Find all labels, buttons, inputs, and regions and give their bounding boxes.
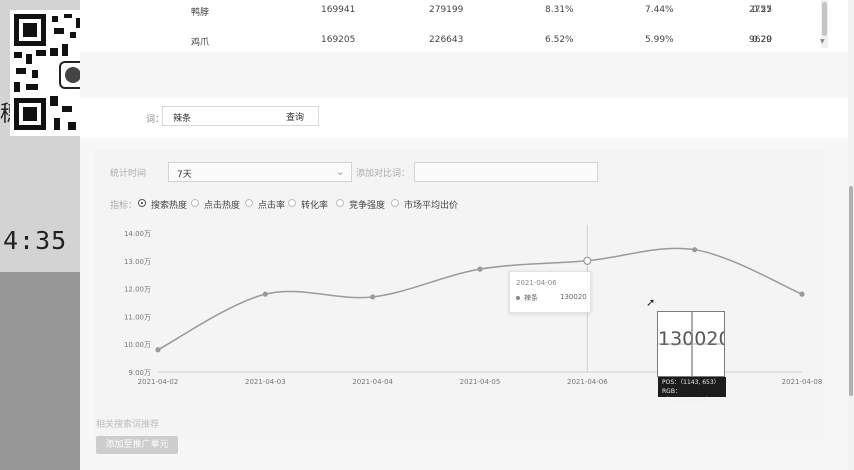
x-tick-label: 2021-04-05 [460, 378, 501, 386]
mouse-cursor-icon: ➚ [646, 296, 656, 309]
crosshair-horizontal [658, 343, 724, 345]
x-tick-label: 2021-04-03 [245, 378, 286, 386]
x-tick-label: 2021-04-06 [567, 378, 608, 386]
x-tick-label: 2021-04-04 [352, 378, 393, 386]
page-scrollbar[interactable] [848, 0, 854, 470]
x-tick-label: 2021-04-02 [138, 378, 179, 386]
cell: 169941 [321, 5, 356, 15]
chart-tooltip: 2021-04-06 辣条 130020 [509, 271, 591, 313]
data-point [583, 256, 592, 265]
add-to-unit-button[interactable]: 添加至推广单元 [96, 436, 178, 454]
data-point [692, 247, 698, 253]
left-dark-panel [0, 272, 80, 470]
cell: 5.99% [645, 35, 674, 45]
desktop-clock: 4:35 [3, 226, 68, 255]
data-point [262, 291, 268, 297]
page-scrollbar-thumb[interactable] [849, 186, 853, 396]
cell: 7.44% [645, 5, 674, 15]
query-button[interactable]: 查询 [286, 110, 304, 123]
screen-magnifier: 130020 [657, 311, 725, 377]
cell: 169205 [321, 35, 356, 45]
keyword-table: 鸭脖 169941 279199 8.31% 7.44% 2757 鸡爪 169… [80, 0, 848, 52]
cell: 279199 [429, 5, 464, 15]
keyword-input-value: 辣条 [173, 114, 192, 124]
cell: 0.25 [752, 5, 773, 15]
cell: 226643 [429, 35, 464, 45]
scroll-down-icon[interactable]: ▼ [820, 38, 825, 45]
table-scrollbar-thumb[interactable] [822, 2, 827, 36]
tooltip-value: 130020 [560, 293, 587, 301]
tooltip-date: 2021-04-06 [516, 279, 557, 287]
y-tick-label: 13.00万 [124, 258, 151, 266]
pixel-info-box: POS：（1143, 653） RGB：（219,219,219） [658, 377, 726, 404]
y-tick-label: 12.00万 [124, 286, 151, 294]
y-tick-label: 10.00万 [124, 341, 151, 349]
pixel-rgb: RGB：（219,219,219） [662, 388, 713, 404]
series-dot-icon [516, 296, 520, 300]
tooltip-series-name: 辣条 [524, 294, 538, 302]
cell: 0.20 [752, 35, 773, 45]
cell: 8.31% [545, 5, 574, 15]
cell-keyword: 鸡爪 [191, 38, 210, 48]
y-tick-label: 14.00万 [124, 230, 151, 238]
data-point [370, 294, 376, 300]
x-tick-label: 2021-04-08 [782, 378, 823, 386]
cell: 6.52% [545, 35, 574, 45]
y-tick-label: 11.00万 [124, 313, 151, 321]
data-point [799, 291, 805, 297]
keyword-filter-bar: 词： 辣条 查询 [80, 98, 848, 138]
main-page: 鸭脖 169941 279199 8.31% 7.44% 2757 鸡爪 169… [80, 0, 848, 470]
table-row: 鸭脖 169941 279199 8.31% 7.44% 2757 [80, 0, 820, 26]
table-row: 鸡爪 169205 226643 6.52% 5.99% 9629 [80, 30, 820, 56]
cell-keyword: 鸭脖 [191, 8, 210, 18]
pixel-pos: POS：（1143, 653） [662, 379, 720, 386]
related-keywords-title: 相关搜索词推荐 [96, 420, 160, 430]
data-point [477, 266, 483, 272]
data-point [155, 347, 161, 353]
y-tick-label: 9.00万 [128, 369, 151, 377]
